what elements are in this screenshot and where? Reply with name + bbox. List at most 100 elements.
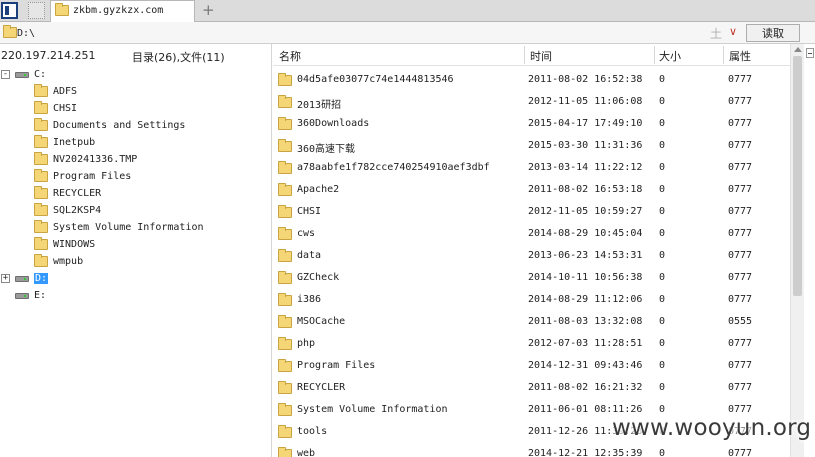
folder-icon [278, 271, 292, 284]
file-row[interactable]: Program Files 2014-12-31 09:43:46 0 0777 [273, 355, 791, 377]
file-name: CHSI [297, 206, 322, 217]
file-size: 0 [659, 272, 666, 283]
folder-icon [278, 139, 292, 152]
folder-icon [278, 425, 292, 438]
clear-icon[interactable]: 土 [710, 25, 722, 42]
file-row[interactable]: a78aabfe1f782cce740254910aef3dbf 2013-03… [273, 157, 791, 179]
tree-item[interactable]: CHSI [0, 101, 270, 117]
folder-icon [278, 73, 292, 86]
column-divider[interactable] [524, 46, 525, 64]
file-name: 360高速下载 [297, 144, 356, 155]
column-size-header[interactable]: 大小 [659, 48, 681, 64]
file-name: php [297, 338, 316, 349]
tree-item[interactable]: NV20241336.TMP [0, 152, 270, 168]
file-row[interactable]: 2013研招 2012-11-05 11:06:08 0 0777 [273, 91, 791, 113]
folder-icon [278, 293, 292, 306]
file-row[interactable]: 360Downloads 2015-04-17 17:49:10 0 0777 [273, 113, 791, 135]
file-size: 0 [659, 294, 666, 305]
item-counts: 目录(26),文件(11) [132, 51, 225, 64]
file-row[interactable]: MSOCache 2011-08-03 13:32:08 0 0555 [273, 311, 791, 333]
file-time: 2015-04-17 17:49:10 [528, 118, 643, 129]
scroll-up-icon[interactable] [794, 47, 802, 52]
scroll-thumb[interactable] [793, 56, 802, 296]
tree-header: 220.197.214.251 目录(26),文件(11) [0, 44, 272, 66]
collapse-pane-icon[interactable] [806, 48, 814, 58]
add-tab-button[interactable]: + [202, 1, 215, 19]
vertical-scrollbar[interactable] [790, 44, 804, 457]
file-size: 0 [659, 448, 666, 457]
tree-item[interactable]: Program Files [0, 169, 270, 185]
file-row[interactable]: Apache2 2011-08-02 16:53:18 0 0777 [273, 179, 791, 201]
file-attr: 0777 [728, 162, 753, 173]
file-name: a78aabfe1f782cce740254910aef3dbf [297, 162, 490, 173]
file-row[interactable]: web 2014-12-21 12:35:39 0 0777 [273, 443, 791, 457]
file-row[interactable]: 360高速下载 2015-03-30 11:31:36 0 0777 [273, 135, 791, 157]
read-button[interactable]: 读取 [746, 24, 800, 42]
file-name: tools [297, 426, 328, 437]
tab-active[interactable]: zkbm.gyzkzx.com [50, 0, 195, 22]
file-attr: 0777 [728, 250, 753, 261]
watermark: www.wooyun.org [612, 415, 812, 441]
folder-icon [278, 249, 292, 262]
file-list-pane: 名称 时间 大小 属性 04d5afe03077c74e1444813546 2… [273, 44, 815, 457]
file-attr: 0777 [728, 74, 753, 85]
blank-tab-icon[interactable] [28, 2, 45, 19]
file-time: 2011-06-01 08:11:26 [528, 404, 643, 415]
file-size: 0 [659, 382, 666, 393]
file-row[interactable]: cws 2014-08-29 10:45:04 0 0777 [273, 223, 791, 245]
expand-icon[interactable]: + [1, 274, 10, 283]
file-name: RECYCLER [297, 382, 346, 393]
file-row[interactable]: php 2012-07-03 11:28:51 0 0777 [273, 333, 791, 355]
file-attr: 0777 [728, 206, 753, 217]
window-layout-icon[interactable] [1, 2, 18, 19]
path-input[interactable] [14, 25, 744, 41]
tree-drive-d[interactable]: + D: [0, 271, 270, 287]
file-row[interactable]: i386 2014-08-29 11:12:06 0 0777 [273, 289, 791, 311]
file-attr: 0777 [728, 360, 753, 371]
tree-item[interactable]: ADFS [0, 84, 270, 100]
tree-drive-e[interactable]: E: [0, 288, 270, 304]
tree-item[interactable]: wmpub [0, 254, 270, 270]
file-time: 2014-12-31 09:43:46 [528, 360, 643, 371]
drive-icon [15, 276, 29, 282]
file-size: 0 [659, 360, 666, 371]
file-attr: 0777 [728, 118, 753, 129]
file-row[interactable]: 04d5afe03077c74e1444813546 2011-08-02 16… [273, 69, 791, 91]
file-size: 0 [659, 250, 666, 261]
file-attr: 0777 [728, 184, 753, 195]
tree-item[interactable]: Documents and Settings [0, 118, 270, 134]
column-time-header[interactable]: 时间 [530, 48, 552, 64]
file-row[interactable]: RECYCLER 2011-08-02 16:21:32 0 0777 [273, 377, 791, 399]
file-row[interactable]: CHSI 2012-11-05 10:59:27 0 0777 [273, 201, 791, 223]
file-time: 2012-11-05 10:59:27 [528, 206, 643, 217]
file-row[interactable]: GZCheck 2014-10-11 10:56:38 0 0777 [273, 267, 791, 289]
file-row[interactable]: data 2013-06-23 14:53:31 0 0777 [273, 245, 791, 267]
file-name: System Volume Information [297, 404, 448, 415]
tree-item-label: C: [34, 69, 47, 80]
folder-icon [34, 203, 48, 216]
folder-icon [34, 152, 48, 165]
file-time: 2014-08-29 10:45:04 [528, 228, 643, 239]
collapse-icon[interactable]: - [1, 70, 10, 79]
tree-item-label-selected: D: [34, 273, 49, 284]
tree-item-label: CHSI [53, 103, 78, 114]
tree-drive-c[interactable]: - C: [0, 67, 270, 83]
file-attr: 0555 [728, 316, 753, 327]
file-name: 04d5afe03077c74e1444813546 [297, 74, 454, 85]
tree-item-label: ADFS [53, 86, 78, 97]
file-attr: 0777 [728, 448, 753, 457]
column-attr-header[interactable]: 属性 [729, 48, 751, 64]
tree-item[interactable]: RECYCLER [0, 186, 270, 202]
tree-item[interactable]: WINDOWS [0, 237, 270, 253]
column-name-header[interactable]: 名称 [279, 48, 301, 64]
folder-icon [34, 220, 48, 233]
column-divider[interactable] [723, 46, 724, 64]
file-name: Apache2 [297, 184, 340, 195]
chevron-down-icon[interactable]: ∨ [729, 25, 737, 38]
file-attr: 0777 [728, 140, 753, 151]
tree-item[interactable]: SQL2KSP4 [0, 203, 270, 219]
column-divider[interactable] [654, 46, 655, 64]
file-time: 2012-07-03 11:28:51 [528, 338, 643, 349]
tree-item[interactable]: Inetpub [0, 135, 270, 151]
tree-item[interactable]: System Volume Information [0, 220, 270, 236]
